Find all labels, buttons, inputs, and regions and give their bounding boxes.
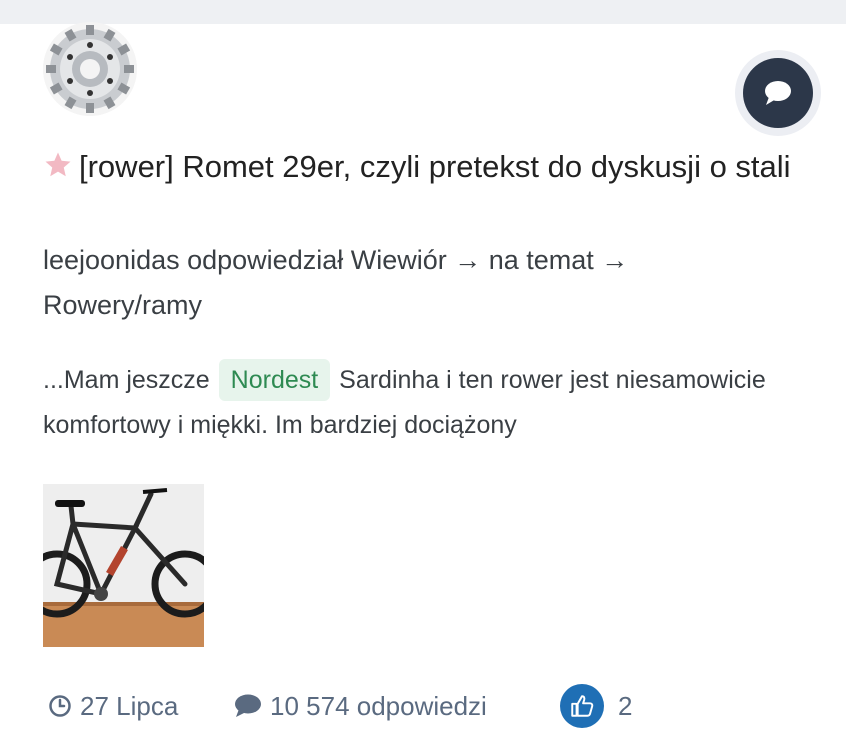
top-bar <box>0 0 846 24</box>
thumbs-up-icon <box>571 695 594 717</box>
reply-button-inner <box>743 58 813 128</box>
post-date: 27 Lipca <box>80 690 179 721</box>
post-thumbnail[interactable] <box>43 484 204 647</box>
post-excerpt: ...Mam jeszcze Nordest Sardinha i ten ro… <box>43 358 803 448</box>
tag-link[interactable]: Nordest <box>218 359 331 401</box>
avatar[interactable] <box>43 22 137 116</box>
post-footer: 27 Lipca 10 574 odpowiedzi 2 <box>48 682 828 730</box>
like-count: 2 <box>618 690 633 721</box>
post-title[interactable]: [rower] Romet 29er, czyli pretekst do dy… <box>43 146 813 188</box>
like-button[interactable] <box>560 684 604 728</box>
post-meta: leejoonidas odpowiedział Wiewiór → na te… <box>43 238 783 328</box>
speech-bubble-icon <box>765 81 791 105</box>
replies-stat: 10 574 odpowiedzi <box>234 682 487 730</box>
meta-activity: leejoonidas odpowiedział Wiewiór → na te… <box>43 245 629 275</box>
reply-button[interactable] <box>735 50 821 136</box>
comment-icon <box>235 694 261 717</box>
excerpt-text-before: ...Mam jeszcze <box>43 366 210 394</box>
date-stat: 27 Lipca <box>48 682 178 730</box>
star-icon[interactable] <box>43 150 73 180</box>
reply-count: 10 574 odpowiedzi <box>270 690 487 721</box>
likes-stat: 2 <box>560 682 632 730</box>
forum-link[interactable]: Rowery/ramy <box>43 283 783 328</box>
post-title-text: [rower] Romet 29er, czyli pretekst do dy… <box>79 149 791 184</box>
clock-icon <box>49 695 71 717</box>
